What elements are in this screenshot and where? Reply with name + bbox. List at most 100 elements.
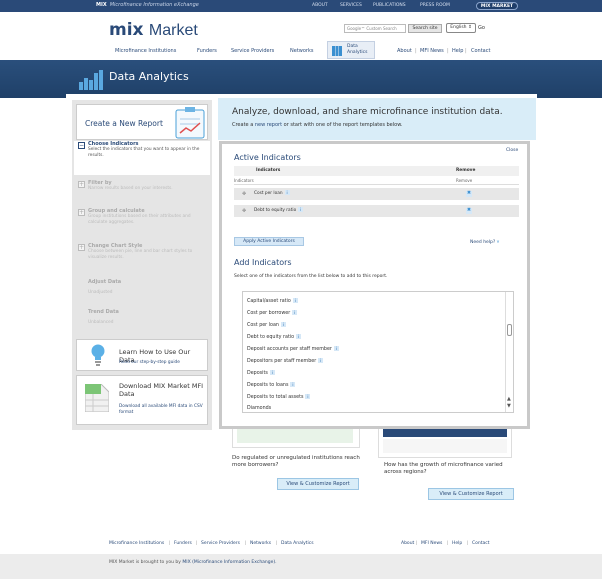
footer-link-networks[interactable]: Networks [250,541,271,546]
footer-link-service-providers[interactable]: Service Providers [201,541,240,546]
list-item[interactable]: Deposit accounts per staff member i [247,346,339,352]
language-select[interactable]: English ⇕ [446,23,476,33]
plus-icon: + [78,244,85,251]
trend-data-title[interactable]: Trend Data [88,309,119,315]
top-link-services[interactable]: SERVICES [340,3,362,8]
footer-link-help[interactable]: Help [452,541,462,546]
hero-sub-suffix: or start with one of the report template… [282,122,403,128]
top-bar: MIX Microfinance Information eXchange ABO… [0,0,602,12]
view-customize-button-2[interactable]: View & Customize Report [428,488,514,500]
download-card[interactable]: Download MIX Market MFI Data Download al… [76,375,208,425]
info-icon[interactable]: i [333,346,339,351]
list-item[interactable]: Cost per borrower i [247,310,298,316]
updown-icon: ⇕ [467,25,472,30]
search-input[interactable]: Google™ Custom Search [344,24,406,33]
nav-data-analytics[interactable]: Data Analytics [327,41,375,59]
create-report-card[interactable]: Create a New Report [76,104,208,140]
mix-market-button[interactable]: MIX MARKET [476,2,518,10]
nav-separator: | [465,48,467,54]
info-icon[interactable]: i [296,334,302,339]
download-title: Download MIX Market MFI Data [119,382,204,398]
chevron-down-icon: ⩔ [496,240,500,245]
mix-credit-link[interactable]: MIX (Microfinance Information Exchange). [182,560,276,565]
nav-contact[interactable]: Contact [471,48,490,54]
bar-chart-icon [79,70,103,90]
mix-market-logo[interactable]: mix Market [109,20,198,40]
view-customize-button-1[interactable]: View & Customize Report [277,478,359,490]
table-row[interactable]: ✥ Cost per loan i ✖ [234,188,519,200]
scroll-down-icon[interactable]: ▼ [507,403,511,409]
info-icon[interactable]: i [305,394,311,399]
adjust-data-value: Unadjusted [88,290,113,295]
nav-service-providers[interactable]: Service Providers [231,48,274,54]
list-item[interactable]: Deposits to total assets i [247,394,311,400]
nav-about[interactable]: About [397,48,412,54]
footer-link-mfi[interactable]: Microfinance Institutions [109,541,164,546]
remove-icon[interactable]: ✖ [466,191,472,197]
footer-link-about[interactable]: About [401,541,414,546]
info-icon[interactable]: i [284,190,290,195]
list-item[interactable]: Capital/asset ratio i [247,298,298,304]
footer-link-funders[interactable]: Funders [174,541,192,546]
info-icon[interactable]: i [318,358,324,363]
scrollbar-thumb[interactable] [507,324,512,336]
hero-sub-prefix: Create a [232,122,255,128]
drag-handle-icon[interactable]: ✥ [242,188,246,200]
scroll-up-icon[interactable]: ▲ [507,396,511,402]
plus-icon: + [78,209,85,216]
footer-link-mfi-news[interactable]: MFI News [421,541,442,546]
list-scrollbar[interactable]: ▲ ▼ [505,292,513,412]
list-item[interactable]: Cost per loan i [247,322,286,328]
step-choose-indicators[interactable]: − Choose Indicators Select the indicator… [74,141,210,175]
sub-remove: Remove [456,178,473,183]
trend-data-value: Unbalanced [88,320,114,325]
footer-link-contact[interactable]: Contact [472,541,490,546]
template-card-2[interactable] [378,424,512,458]
drag-handle-icon[interactable]: ✥ [242,205,246,217]
top-link-publications[interactable]: PUBLICATIONS [373,3,406,8]
nav-networks[interactable]: Networks [290,48,313,54]
indicators-dialog: Close Active Indicators Indicators Remov… [219,141,530,429]
table-row[interactable]: ✥ Debt to equity ratio i ✖ [234,205,519,217]
list-item[interactable]: Debt to equity ratio i [247,334,302,340]
info-icon[interactable]: i [280,322,286,327]
list-item[interactable]: Diamonds [247,406,271,411]
learn-link[interactable]: Read our step-by-step guide [119,360,180,365]
top-link-press-room[interactable]: PRESS ROOM [420,3,450,8]
info-icon[interactable]: i [269,370,275,375]
go-button[interactable]: Go [478,23,485,33]
step-group-calculate[interactable]: + Group and calculate Group institutions… [74,208,210,230]
footer-link-data-analytics[interactable]: Data Analytics [281,541,314,546]
search-button[interactable]: Search site [408,24,442,33]
close-link[interactable]: Close [506,148,518,153]
list-item[interactable]: Deposits i [247,370,275,376]
nav-mfi-news[interactable]: MFI News [420,48,444,54]
table-subheader: Indicators Remove [234,176,519,185]
download-link[interactable]: Download all available MFI data in CSV f… [119,404,205,415]
hero-subtitle: Create a new report or start with one of… [232,122,402,128]
template-1-question: Do regulated or unregulated institutions… [232,455,360,468]
learn-card[interactable]: Learn How to Use Our Data Read our step-… [76,339,208,371]
step-filter-by[interactable]: + Filter by Narrow results based on your… [74,180,210,198]
step-change-chart-style[interactable]: + Change Chart Style Choose between pie,… [74,243,210,265]
col-indicators: Indicators [256,168,281,173]
nav-help[interactable]: Help [452,48,463,54]
info-icon[interactable]: i [292,298,298,303]
info-icon[interactable]: i [298,207,304,212]
create-report-label: Create a New Report [85,119,163,128]
minus-icon: − [78,142,85,149]
indicator-list[interactable]: Capital/asset ratio i Cost per borrower i … [242,291,514,413]
remove-icon[interactable]: ✖ [466,208,472,214]
new-report-link[interactable]: new report [255,122,282,128]
need-help-link[interactable]: Need help? ⩔ [470,239,499,245]
info-icon[interactable]: i [292,310,298,315]
mix-brand[interactable]: MIX Microfinance Information eXchange [96,2,199,8]
info-icon[interactable]: i [290,382,296,387]
top-link-about[interactable]: ABOUT [312,3,328,8]
list-item[interactable]: Depositors per staff member i [247,358,324,364]
nav-microfinance-institutions[interactable]: Microfinance Institutions [115,48,176,54]
list-item[interactable]: Deposits to loans i [247,382,296,388]
nav-funders[interactable]: Funders [197,48,217,54]
apply-active-indicators-button[interactable]: Apply Active Indicators [234,237,304,246]
adjust-data-title[interactable]: Adjust Data [88,279,121,285]
